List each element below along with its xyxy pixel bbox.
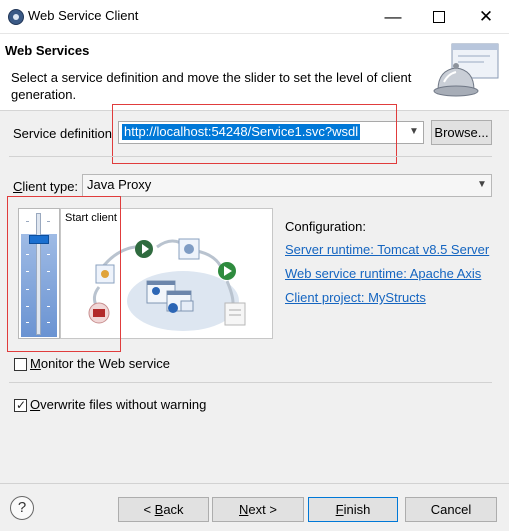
monitor-checkbox[interactable]	[14, 358, 27, 371]
monitor-label[interactable]: Monitor the Web service	[30, 356, 170, 371]
divider	[9, 382, 492, 383]
overwrite-label[interactable]: Overwrite files without warning	[30, 397, 206, 412]
web-service-gear-icon	[8, 9, 24, 25]
chevron-down-icon[interactable]: ▼	[473, 175, 491, 195]
checkmark-icon: ✓	[16, 398, 27, 412]
window-title: Web Service Client	[28, 8, 139, 23]
server-runtime-link[interactable]: Server runtime: Tomcat v8.5 Server	[285, 242, 489, 257]
page-title: Web Services	[5, 43, 90, 58]
service-bell-icon	[433, 43, 499, 97]
close-button[interactable]: ✕	[463, 0, 509, 33]
title-bar: Web Service Client — ✕	[0, 0, 509, 34]
chevron-down-icon[interactable]: ▼	[405, 122, 423, 142]
back-button[interactable]: < Back	[118, 497, 209, 522]
client-project-link[interactable]: Client project: MyStructs	[285, 290, 426, 305]
client-type-select[interactable]: Java Proxy ▼	[82, 174, 492, 197]
cancel-button[interactable]: Cancel	[405, 497, 497, 522]
wizard-banner: Web Services Select a service definition…	[0, 34, 509, 111]
next-button[interactable]: Next >	[212, 497, 304, 522]
minimize-button[interactable]: —	[370, 0, 416, 33]
maximize-button[interactable]	[416, 0, 462, 33]
maximize-icon	[433, 10, 445, 23]
overwrite-checkbox[interactable]: ✓	[14, 398, 27, 412]
help-icon[interactable]: ?	[10, 496, 34, 520]
footer-divider	[0, 483, 509, 484]
annotation-box-service-definition	[112, 104, 397, 164]
browse-button[interactable]: Browse...	[431, 120, 492, 145]
page-description: Select a service definition and move the…	[11, 70, 412, 102]
service-definition-label: Service definition	[13, 126, 112, 141]
client-type-value: Java Proxy	[87, 177, 152, 192]
divider	[9, 156, 492, 157]
web-service-runtime-link[interactable]: Web service runtime: Apache Axis	[285, 266, 481, 281]
client-type-label: Client type:	[13, 179, 79, 194]
configuration-title: Configuration:	[285, 219, 366, 234]
annotation-box-slider	[7, 196, 121, 352]
finish-button[interactable]: Finish	[308, 497, 398, 522]
